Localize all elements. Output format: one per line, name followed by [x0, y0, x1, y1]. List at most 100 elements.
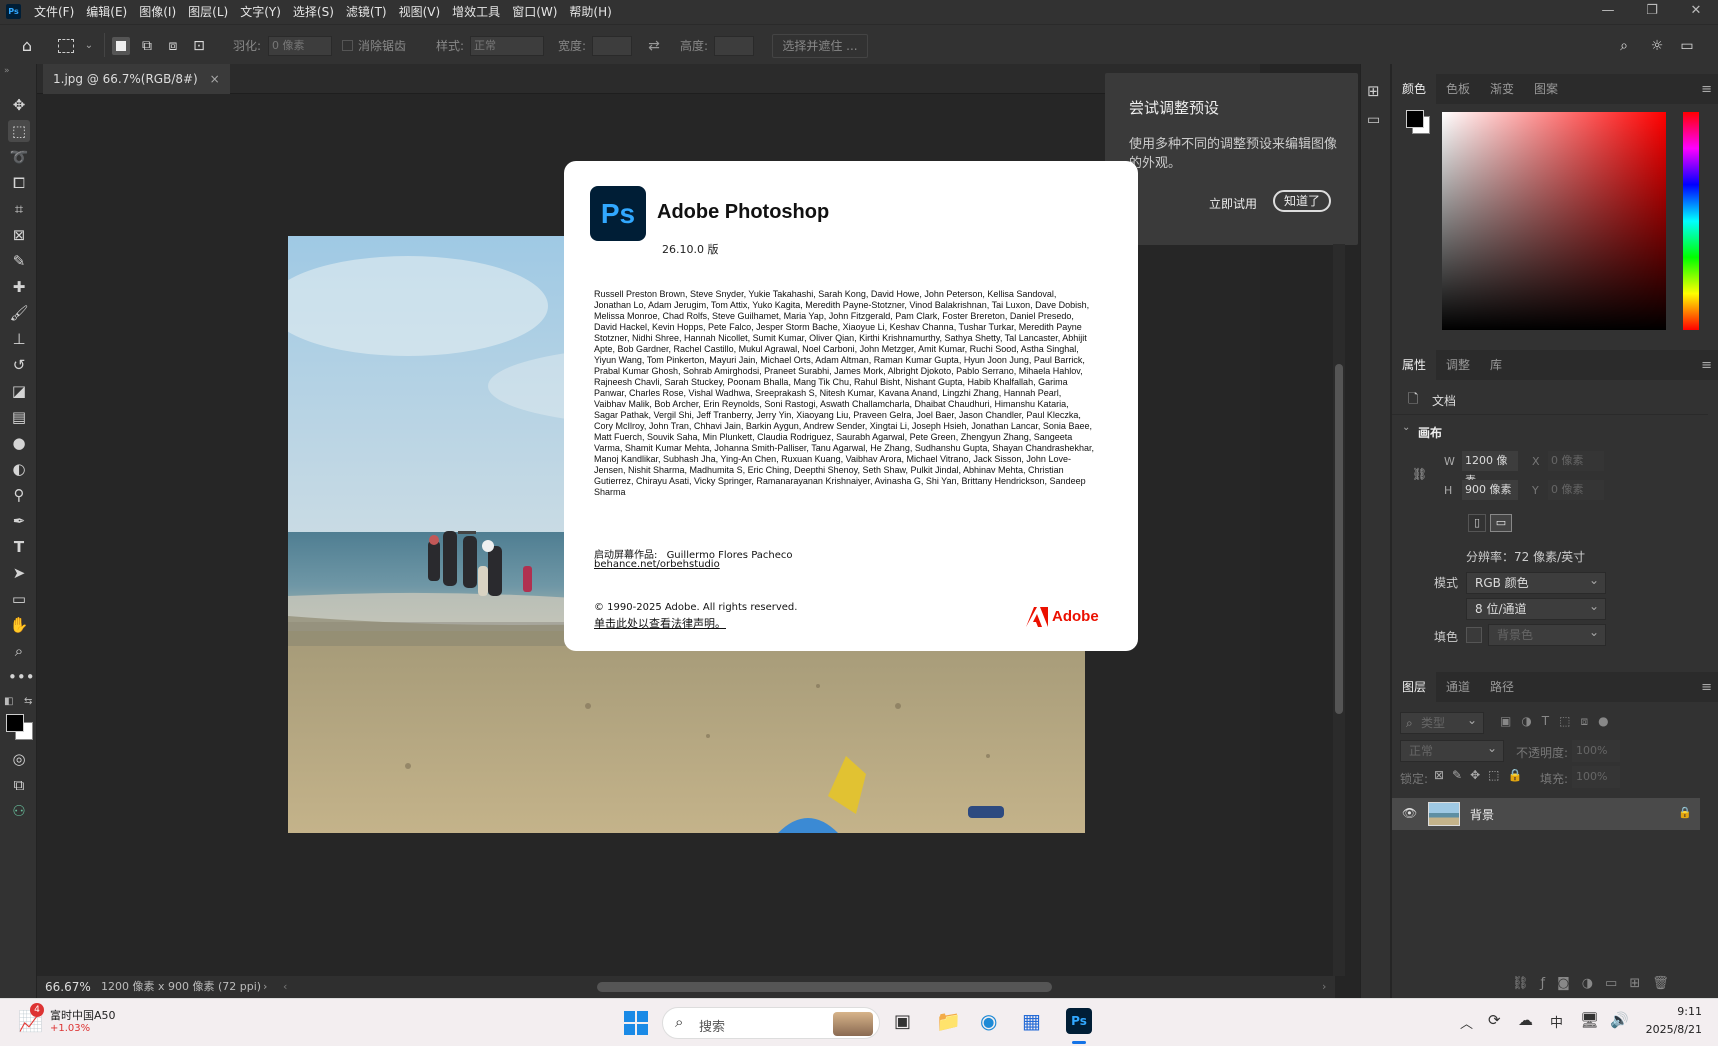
menu-select[interactable]: 选择(S): [287, 0, 340, 24]
menu-layer[interactable]: 图层(L): [182, 0, 234, 24]
layer-actions-bar[interactable]: ⛓ƒ◙◑▭⊞🗑: [1512, 976, 1681, 991]
dodge-tool-icon[interactable]: ◐: [8, 458, 30, 480]
frame-tool-icon[interactable]: ⊠: [8, 224, 30, 246]
menu-help[interactable]: 帮助(H): [563, 0, 617, 24]
chevron-up-icon[interactable]: ︿: [1460, 1013, 1473, 1032]
horizontal-scrollbar[interactable]: [597, 982, 1052, 992]
collapse-icon[interactable]: »: [4, 66, 10, 76]
stock-name[interactable]: 富时中国A50: [50, 1007, 116, 1023]
select-and-mask-button[interactable]: 选择并遮住 ...: [772, 34, 868, 58]
layer-name[interactable]: 背景: [1470, 806, 1494, 823]
canvas-height-input[interactable]: 900 像素: [1462, 480, 1518, 500]
edge-browser-icon[interactable]: ◉: [980, 1009, 997, 1033]
antialias-checkbox[interactable]: [342, 40, 353, 51]
marquee-preset-icon[interactable]: [58, 39, 74, 53]
document-info[interactable]: 1200 像素 x 900 像素 (72 ppi): [101, 976, 261, 998]
layer-lock-icon[interactable]: 🔒: [1678, 806, 1692, 819]
portrait-orientation-icon[interactable]: ▯: [1468, 514, 1486, 532]
fill-select[interactable]: 背景色: [1488, 622, 1606, 646]
file-explorer-icon[interactable]: 📁: [936, 1009, 961, 1033]
search-icon[interactable]: ⌕: [1615, 37, 1633, 55]
tab-swatches[interactable]: 色板: [1436, 74, 1480, 104]
visibility-eye-icon[interactable]: 👁: [1402, 806, 1417, 820]
menu-view[interactable]: 视图(V): [393, 0, 447, 24]
opacity-input[interactable]: 100%: [1572, 740, 1620, 762]
share-icon[interactable]: ⚇: [8, 800, 30, 822]
volume-icon[interactable]: 🔊: [1610, 1011, 1629, 1029]
collapse-canvas-icon[interactable]: ⌄: [1402, 422, 1410, 433]
color-mode-select[interactable]: RGB 颜色: [1466, 570, 1606, 594]
splash-link[interactable]: behance.net/orbehstudio: [594, 559, 720, 570]
lasso-tool-icon[interactable]: ➰: [8, 146, 30, 168]
pen-tool-icon[interactable]: ✒: [8, 510, 30, 532]
brush-tool-icon[interactable]: 🖌: [8, 302, 30, 324]
intersect-selection-icon[interactable]: ⊡: [190, 37, 208, 55]
taskbar-search-box[interactable]: ⌕ 搜索: [662, 1007, 880, 1039]
tab-channels[interactable]: 通道: [1436, 672, 1480, 702]
path-selection-tool-icon[interactable]: ➤: [8, 562, 30, 584]
legal-notice-link[interactable]: 单击此处以查看法律声明。: [594, 615, 726, 631]
marquee-tool-icon[interactable]: ⬚: [8, 120, 30, 142]
try-now-link[interactable]: 立即试用: [1209, 195, 1257, 212]
canvas-x-input[interactable]: 0 像素: [1548, 451, 1604, 471]
home-icon[interactable]: ⌂: [18, 37, 36, 55]
input-method[interactable]: 中: [1550, 1012, 1563, 1031]
layer-filter-icons[interactable]: ▣◑T⬚⧈●: [1500, 714, 1619, 729]
document-tab[interactable]: 1.jpg @ 66.7%(RGB/8#) ×: [43, 64, 230, 94]
vertical-scroll-thumb[interactable]: [1335, 364, 1343, 714]
rectangle-tool-icon[interactable]: ▭: [8, 588, 30, 610]
swap-icon[interactable]: ⇄: [645, 37, 663, 55]
quick-mask-icon[interactable]: ◎: [8, 748, 30, 770]
color-picker-field[interactable]: [1442, 112, 1666, 330]
zoom-level[interactable]: 66.67%: [45, 976, 91, 998]
hand-tool-icon[interactable]: ✋: [8, 614, 30, 636]
layers-menu-icon[interactable]: ≡: [1701, 680, 1712, 695]
color-fg-swatch[interactable]: [1406, 110, 1424, 128]
move-tool-icon[interactable]: ✥: [8, 94, 30, 116]
foreground-color-swatch[interactable]: [6, 714, 24, 732]
remove-tool-icon[interactable]: ⚲: [8, 484, 30, 506]
menu-file[interactable]: 文件(F): [28, 0, 80, 24]
bit-depth-select[interactable]: 8 位/通道: [1466, 596, 1606, 620]
layer-kind-filter[interactable]: ⌕ 类型: [1400, 710, 1484, 734]
screen-mode-icon[interactable]: ⧉: [8, 774, 30, 796]
clock-date[interactable]: 2025/8/21: [1630, 1023, 1702, 1036]
healing-brush-tool-icon[interactable]: ✚: [8, 276, 30, 298]
history-brush-tool-icon[interactable]: ↺: [8, 354, 30, 376]
eraser-tool-icon[interactable]: ◪: [8, 380, 30, 402]
canvas-y-input[interactable]: 0 像素: [1548, 480, 1604, 500]
chevron-down-icon[interactable]: ⌄: [80, 37, 98, 55]
lock-icons[interactable]: ⊠✎✥⬚🔒: [1434, 768, 1530, 782]
blur-tool-icon[interactable]: ●: [8, 432, 30, 454]
default-colors-icon[interactable]: ◧: [4, 696, 13, 707]
style-select[interactable]: 正常: [470, 36, 544, 56]
comments-icon[interactable]: ▭: [1367, 112, 1380, 128]
onedrive-icon[interactable]: ☁: [1518, 1011, 1533, 1029]
discover-lightbulb-icon[interactable]: ☼: [1648, 37, 1666, 55]
blend-mode-select[interactable]: 正常: [1400, 738, 1504, 762]
tab-paths[interactable]: 路径: [1480, 672, 1524, 702]
minimize-icon[interactable]: —: [1586, 0, 1630, 24]
swap-colors-icon[interactable]: ⇆: [24, 696, 32, 707]
properties-menu-icon[interactable]: ≡: [1701, 358, 1712, 373]
clone-stamp-tool-icon[interactable]: ⊥: [8, 328, 30, 350]
chevron-right-icon[interactable]: ›: [263, 976, 267, 998]
tab-properties[interactable]: 属性: [1392, 350, 1437, 380]
close-tab-icon[interactable]: ×: [210, 72, 220, 86]
width-input[interactable]: [592, 36, 632, 56]
feather-input[interactable]: 0 像素: [268, 36, 332, 56]
hue-slider[interactable]: [1683, 112, 1699, 330]
adjustment-presets-icon[interactable]: ⊞: [1367, 82, 1380, 100]
photoshop-taskbar-icon[interactable]: Ps: [1066, 1008, 1092, 1034]
menu-filter[interactable]: 滤镜(T): [340, 0, 393, 24]
fill-opacity-input[interactable]: 100%: [1572, 766, 1620, 788]
got-it-button[interactable]: 知道了: [1273, 190, 1331, 212]
menu-window[interactable]: 窗口(W): [506, 0, 563, 24]
clock-time[interactable]: 9:11: [1650, 1005, 1702, 1018]
fill-swatch[interactable]: [1466, 627, 1482, 643]
task-view-icon[interactable]: ▣: [894, 1011, 911, 1032]
menu-edit[interactable]: 编辑(E): [80, 0, 133, 24]
tab-gradients[interactable]: 渐变: [1480, 74, 1524, 104]
tab-libraries[interactable]: 库: [1480, 350, 1512, 380]
store-icon[interactable]: ▦: [1022, 1009, 1041, 1033]
